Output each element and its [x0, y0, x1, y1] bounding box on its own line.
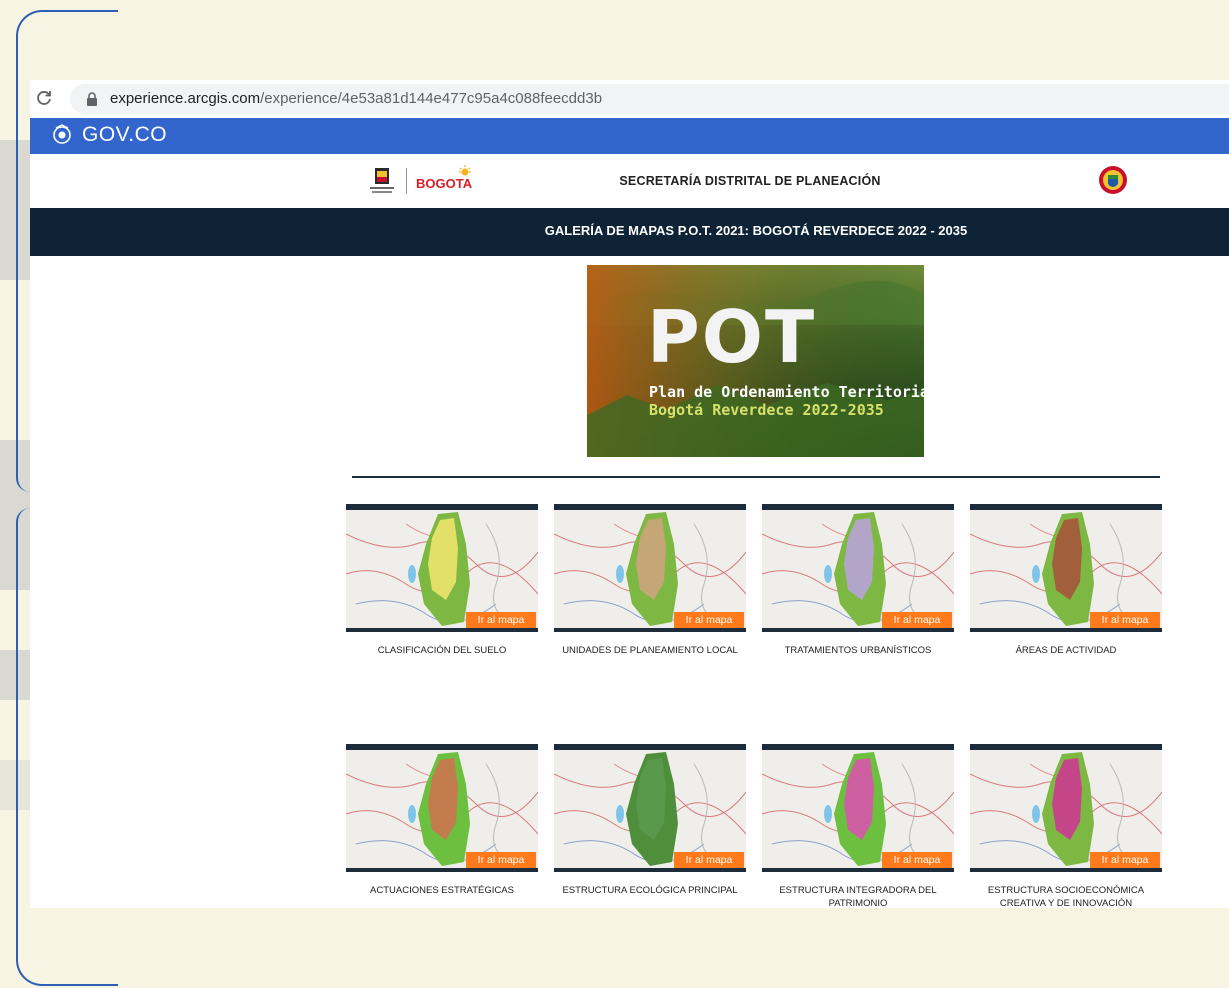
browser-window: experience.arcgis.com/experience/4e53a81…: [30, 80, 1229, 908]
map-thumbnail[interactable]: Ir al mapa: [554, 504, 746, 632]
url-text: experience.arcgis.com/experience/4e53a81…: [110, 90, 602, 107]
gov-shield-icon: [53, 124, 71, 144]
logo-divider: [406, 168, 407, 194]
map-thumbnail[interactable]: Ir al mapa: [346, 744, 538, 872]
gallery-title: GALERÍA DE MAPAS P.O.T. 2021: BOGOTÁ REV…: [544, 223, 968, 238]
map-thumbnail[interactable]: Ir al mapa: [970, 504, 1162, 632]
gov-co-bar: GOV.CO: [30, 118, 1229, 154]
map-card-title: ACTUACIONES ESTRATÉGICAS: [370, 885, 514, 896]
map-card-title: ESTRUCTURA ECOLÓGICA PRINCIPAL: [562, 885, 738, 896]
map-thumbnail[interactable]: Ir al mapa: [762, 744, 954, 872]
bogota-logo[interactable]: BOGOTA: [416, 176, 472, 191]
banner-subtitle: Plan de Ordenamiento Territorial: [649, 383, 924, 401]
map-card-title: ÁREAS DE ACTIVIDAD: [1015, 645, 1117, 656]
page-title: SECRETARÍA DISTRITAL DE PLANEACIÓN: [619, 174, 881, 188]
map-card-title: CLASIFICACIÓN DEL SUELO: [377, 645, 507, 656]
map-card-title: TRATAMIENTOS URBANÍSTICOS: [784, 645, 932, 656]
go-to-map-button[interactable]: Ir al mapa: [466, 612, 536, 628]
map-thumbnail[interactable]: Ir al mapa: [762, 504, 954, 632]
alcaldia-logo-icon[interactable]: [368, 166, 396, 196]
go-to-map-button[interactable]: Ir al mapa: [1090, 852, 1160, 868]
pot-banner-image: POT Plan de Ordenamiento Territorial Bog…: [587, 265, 924, 457]
url-host: experience.arcgis.com: [110, 90, 261, 107]
map-card-title: ESTRUCTURA INTEGRADORA DEL PATRIMONIO: [779, 885, 937, 908]
gallery-title-bar: GALERÍA DE MAPAS P.O.T. 2021: BOGOTÁ REV…: [30, 208, 1229, 256]
banner-subtitle-years: Bogotá Reverdece 2022-2035: [649, 401, 884, 419]
go-to-map-button[interactable]: Ir al mapa: [882, 852, 952, 868]
gov-co-link[interactable]: GOV.CO: [82, 123, 167, 147]
institution-header: BOGOTA SECRETARÍA DISTRITAL DE PLANEACIÓ…: [30, 154, 1229, 208]
map-card-title: UNIDADES DE PLANEAMIENTO LOCAL: [562, 645, 738, 656]
url-path: /experience/4e53a81d144e477c95a4c088feec…: [260, 90, 603, 107]
go-to-map-button[interactable]: Ir al mapa: [882, 612, 952, 628]
map-thumbnail[interactable]: Ir al mapa: [970, 744, 1162, 872]
section-divider: [352, 476, 1160, 478]
map-thumbnail[interactable]: Ir al mapa: [346, 504, 538, 632]
lock-icon: [87, 92, 97, 106]
banner-title: POT: [647, 295, 817, 379]
address-bar: experience.arcgis.com/experience/4e53a81…: [30, 80, 1229, 118]
go-to-map-button[interactable]: Ir al mapa: [674, 852, 744, 868]
go-to-map-button[interactable]: Ir al mapa: [1090, 612, 1160, 628]
go-to-map-button[interactable]: Ir al mapa: [674, 612, 744, 628]
sun-icon: [459, 165, 471, 176]
coat-of-arms-icon: [1099, 166, 1127, 194]
map-thumbnail[interactable]: Ir al mapa: [554, 744, 746, 872]
reload-icon[interactable]: [34, 88, 54, 108]
go-to-map-button[interactable]: Ir al mapa: [466, 852, 536, 868]
map-card-title: ESTRUCTURA SOCIOECONÓMICA CREATIVA Y DE …: [987, 885, 1145, 908]
url-field[interactable]: experience.arcgis.com/experience/4e53a81…: [70, 84, 1229, 114]
